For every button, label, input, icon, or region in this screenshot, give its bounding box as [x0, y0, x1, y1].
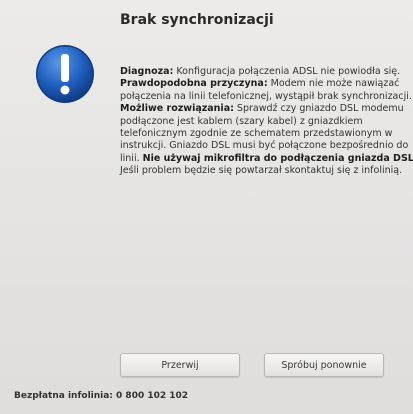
cause-label: Prawdopodobna przyczyna: [120, 78, 268, 90]
info-icon [36, 45, 94, 103]
dialog-message: Diagnoza: Konfiguracja połączenia ADSL n… [120, 66, 413, 178]
dialog-buttons: Przerwij Spróbuj ponownie [120, 353, 384, 377]
diagnosis-text: Konfiguracja połączenia ADSL nie powiodł… [173, 66, 401, 77]
cause-paragraph: Prawdopodobna przyczyna: Modem nie może … [120, 78, 413, 103]
diagnosis-label: Diagnoza: [120, 66, 174, 77]
dialog-title: Brak synchronizacji [120, 12, 274, 28]
helpline-text: Bezpłatna infolinia: 0 800 102 102 [14, 391, 189, 401]
solution-paragraph: Możliwe rozwiązania: Sprawdź czy gniazdo… [120, 103, 413, 177]
sync-error-dialog: Brak synchronizacji Diagnoza: Konfigurac… [0, 0, 413, 414]
cancel-button[interactable]: Przerwij [120, 353, 240, 377]
retry-button[interactable]: Spróbuj ponownie [264, 353, 384, 377]
solution-label: Możliwe rozwiązania: [120, 103, 234, 115]
solution-text-end: Jeśli problem będzie się powtarzał skont… [120, 165, 403, 177]
solution-warning: Nie używaj mikrofiltra do podłączenia gn… [142, 152, 413, 164]
diagnosis-paragraph: Diagnoza: Konfiguracja połączenia ADSL n… [120, 66, 413, 78]
